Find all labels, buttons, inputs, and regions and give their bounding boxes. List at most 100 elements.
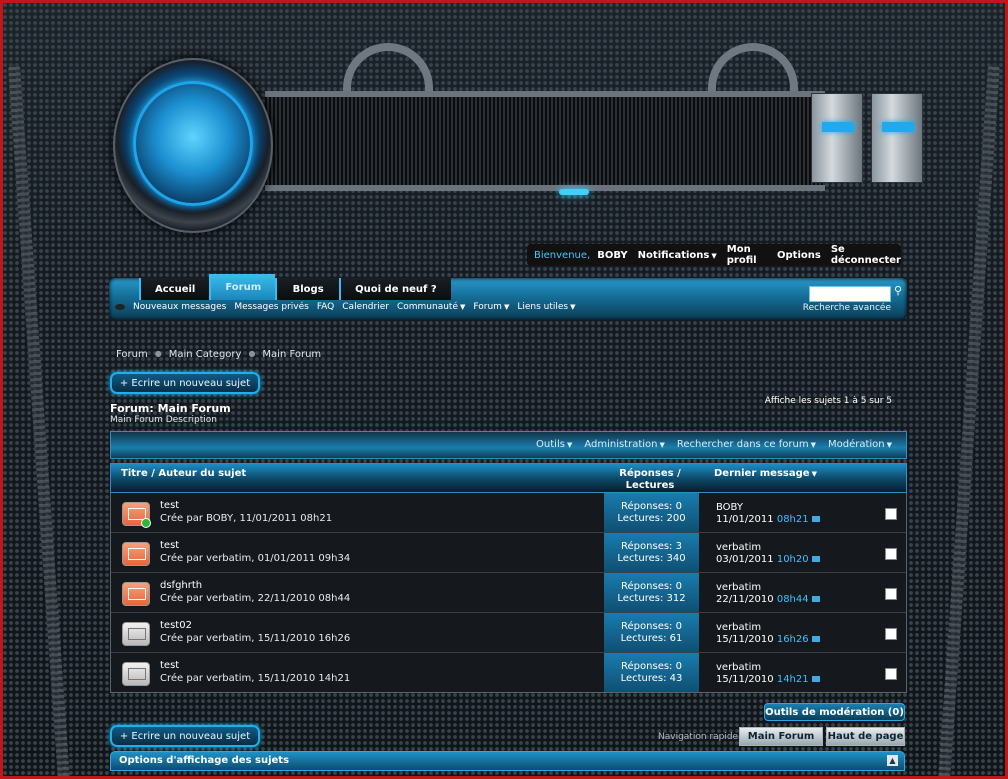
go-to-last-post-icon[interactable] xyxy=(811,636,820,642)
last-post: verbatim 15/11/2010 16h26 xyxy=(716,622,820,646)
last-post: BOBY 11/01/2011 08h21 xyxy=(716,502,820,526)
last-post-user[interactable]: BOBY xyxy=(716,502,820,514)
thread-status-icon xyxy=(122,622,150,646)
user-bar: Bienvenue, BOBY Notifications ▼ Mon profi… xyxy=(527,244,901,266)
quick-nav-main-forum-button[interactable]: Main Forum xyxy=(739,727,823,746)
subnav-useful-links[interactable]: Liens utiles ▼ xyxy=(517,302,575,312)
thread-select-checkbox[interactable] xyxy=(885,548,897,560)
subnav-faq[interactable]: FAQ xyxy=(317,302,334,312)
header-bar-art xyxy=(265,91,825,191)
thread-meta: Crée par verbatim, 22/11/2010 08h44 xyxy=(160,593,351,604)
last-post: verbatim 03/01/2011 10h20 xyxy=(716,542,820,566)
moderation-tools-button[interactable]: Outils de modération (0) xyxy=(764,703,905,721)
table-row: dsfghrth Crée par verbatim, 22/11/2010 0… xyxy=(111,573,906,613)
subnav-private-messages[interactable]: Messages privés xyxy=(234,302,308,312)
thread-status-icon xyxy=(122,582,150,606)
username-link[interactable]: BOBY xyxy=(597,250,627,261)
back-to-top-button[interactable]: Haut de page xyxy=(826,727,905,746)
column-last-post-header[interactable]: Dernier message ▼ xyxy=(714,468,817,479)
go-to-last-post-icon[interactable] xyxy=(811,596,820,602)
collapse-icon[interactable]: ▲ xyxy=(887,755,898,766)
display-options-panel: Options d'affichage des sujets ▲ xyxy=(110,751,905,771)
table-row: test Crée par verbatim, 01/01/2011 09h34… xyxy=(111,533,906,573)
welcome-text: Bienvenue, xyxy=(534,249,591,261)
go-to-last-post-icon[interactable] xyxy=(811,516,820,522)
chevron-down-icon: ▼ xyxy=(659,441,665,449)
chevron-down-icon: ▼ xyxy=(503,303,510,311)
subnav-community[interactable]: Communauté ▼ xyxy=(397,302,465,312)
chevron-down-icon: ▼ xyxy=(810,441,816,449)
thread-select-checkbox[interactable] xyxy=(885,668,897,680)
thread-stats: Réponses: 0 Lectures: 200 xyxy=(604,493,699,532)
page-frame: Bienvenue, BOBY Notifications ▼ Mon profi… xyxy=(0,0,1008,779)
chevron-down-icon: ▼ xyxy=(570,303,576,311)
last-post-user[interactable]: verbatim xyxy=(716,622,820,634)
sub-navigation: Nouveaux messages Messages privés FAQ Ca… xyxy=(115,302,575,312)
tab-blogs[interactable]: Blogs xyxy=(275,278,340,300)
breadcrumb-main-category[interactable]: Main Category xyxy=(169,349,242,360)
table-row: test Crée par verbatim, 15/11/2010 14h21… xyxy=(111,653,906,692)
bullet-icon xyxy=(115,304,125,310)
thread-stats: Réponses: 0 Lectures: 43 xyxy=(604,653,699,692)
forum-toolbar: Outils ▼ Administration ▼ Rechercher dans … xyxy=(110,431,907,459)
moderation-menu[interactable]: Modération ▼ xyxy=(828,439,892,450)
last-post-user[interactable]: verbatim xyxy=(716,582,820,594)
thread-stats: Réponses: 0 Lectures: 312 xyxy=(604,573,699,612)
chevron-down-icon: ▼ xyxy=(460,303,466,311)
header-glow xyxy=(559,189,589,195)
profile-link[interactable]: Mon profil xyxy=(727,244,767,266)
go-to-last-post-icon[interactable] xyxy=(811,556,820,562)
column-title-header[interactable]: Titre / Auteur du sujet xyxy=(121,468,246,479)
search-icon[interactable]: ⚲ xyxy=(894,284,902,297)
last-post-user[interactable]: verbatim xyxy=(716,662,820,674)
subnav-new-posts[interactable]: Nouveaux messages xyxy=(133,302,226,312)
logo-ring xyxy=(133,81,253,206)
search-forum-menu[interactable]: Rechercher dans ce forum ▼ xyxy=(677,439,816,450)
tab-home[interactable]: Accueil xyxy=(139,278,210,300)
thread-meta: Crée par BOBY, 11/01/2011 08h21 xyxy=(160,513,333,524)
display-options-title: Options d'affichage des sujets xyxy=(119,755,290,766)
breadcrumb-forum[interactable]: Forum xyxy=(116,349,148,360)
chevron-down-icon: ▼ xyxy=(566,441,573,449)
new-thread-button-bottom[interactable]: + Ecrire un nouveau sujet xyxy=(110,725,260,747)
thread-stats: Réponses: 0 Lectures: 61 xyxy=(604,613,699,652)
thread-title-link[interactable]: dsfghrth xyxy=(160,580,202,591)
computer-tower-icon xyxy=(871,93,923,183)
tab-forum[interactable]: Forum xyxy=(209,274,276,300)
breadcrumb-separator-icon: ● xyxy=(154,349,162,358)
thread-meta: Crée par verbatim, 15/11/2010 16h26 xyxy=(160,633,351,644)
chevron-down-icon: ▼ xyxy=(711,251,717,260)
search-input[interactable] xyxy=(809,286,891,302)
online-status-icon xyxy=(141,518,151,528)
forum-title: Forum: Main Forum xyxy=(110,402,231,415)
header-banner xyxy=(3,3,1005,243)
computer-tower-icon xyxy=(811,93,863,183)
administration-menu[interactable]: Administration ▼ xyxy=(584,439,665,450)
go-to-last-post-icon[interactable] xyxy=(811,676,820,682)
thread-title-link[interactable]: test xyxy=(160,660,179,671)
thread-select-checkbox[interactable] xyxy=(885,628,897,640)
thread-select-checkbox[interactable] xyxy=(885,588,897,600)
options-link[interactable]: Options xyxy=(777,250,821,261)
new-thread-button[interactable]: + Ecrire un nouveau sujet xyxy=(110,372,260,394)
thread-meta: Crée par verbatim, 15/11/2010 14h21 xyxy=(160,673,351,684)
thread-select-checkbox[interactable] xyxy=(885,508,897,520)
subnav-calendar[interactable]: Calendrier xyxy=(342,302,389,312)
tab-whats-new[interactable]: Quoi de neuf ? xyxy=(339,278,451,300)
thread-title-link[interactable]: test xyxy=(160,500,179,511)
advanced-search-link[interactable]: Recherche avancée xyxy=(803,303,891,313)
column-replies-header[interactable]: Réponses / Lectures xyxy=(604,468,696,492)
breadcrumb-separator-icon: ● xyxy=(248,349,256,358)
last-post: verbatim 22/11/2010 08h44 xyxy=(716,582,820,606)
thread-status-icon xyxy=(122,542,150,566)
last-post-user[interactable]: verbatim xyxy=(716,542,820,554)
thread-meta: Crée par verbatim, 01/01/2011 09h34 xyxy=(160,553,351,564)
thread-title-link[interactable]: test02 xyxy=(160,620,192,631)
tools-menu[interactable]: Outils ▼ xyxy=(536,439,572,450)
thread-title-link[interactable]: test xyxy=(160,540,179,551)
table-row: test02 Crée par verbatim, 15/11/2010 16h… xyxy=(111,613,906,653)
subnav-forum[interactable]: Forum ▼ xyxy=(473,302,509,312)
logout-link[interactable]: Se déconnecter xyxy=(831,244,901,266)
notifications-menu[interactable]: Notifications ▼ xyxy=(638,250,717,261)
main-navbar: Accueil Forum Blogs Quoi de neuf ? ⚲ Rec… xyxy=(109,274,907,320)
